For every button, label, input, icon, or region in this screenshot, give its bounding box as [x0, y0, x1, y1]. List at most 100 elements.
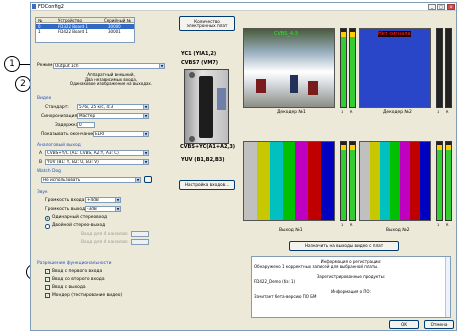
- decoder-2-vu-label-left: 1: [437, 110, 440, 114]
- single-stereo-label: Одинарный стереовход: [52, 215, 108, 220]
- function-label: Мондер (тестирование видео): [52, 292, 123, 298]
- single-stereo-radio[interactable]: [45, 216, 50, 221]
- chevron-down-icon: ▼: [143, 105, 148, 109]
- info-pc-line: Зачитает бета-версию ПО БМ: [254, 294, 317, 299]
- show-channel-label: Показывать окончание:: [41, 132, 97, 137]
- maximize-icon[interactable]: □: [437, 3, 445, 10]
- window-title: FDConfig2: [38, 4, 64, 10]
- fdconfig-window: FDConfig2 _ □ x № Устройство Серийный № …: [30, 2, 457, 331]
- color-bar: [370, 142, 380, 220]
- chevron-down-icon: ▼: [135, 178, 140, 182]
- mode-select[interactable]: Output 1ch ▼: [53, 63, 165, 69]
- chevron-down-icon: ▼: [143, 132, 148, 136]
- function-checkbox[interactable]: ✓: [45, 269, 50, 274]
- board-port-label-cvbs-yc: CVBS+YC(A1+A2,3): [180, 144, 236, 150]
- function-checkbox[interactable]: ✓: [45, 293, 50, 298]
- port-count-button[interactable]: Количество электронных плат: [179, 16, 235, 31]
- col-serial: Серийный №: [104, 18, 131, 23]
- color-bar: [256, 142, 270, 220]
- output-2-preview: [359, 141, 431, 221]
- sound-section-title: Звук: [37, 190, 48, 195]
- double-stereo-label: Двойной стерео-выход: [52, 223, 106, 228]
- in-channels-input[interactable]: [131, 231, 149, 237]
- col-device: Устройство: [58, 18, 82, 23]
- analog-a-select[interactable]: CVBS+Y/C (A1: CVBS, A2:Y, A3: C) ▼: [45, 150, 149, 156]
- output-1-vu-label-right: R: [350, 223, 353, 227]
- watch-dog-section-title: Watch Dog: [37, 169, 61, 174]
- decoder-1-vu-left: [340, 28, 347, 108]
- out-channels-input[interactable]: [131, 239, 149, 245]
- chevron-down-icon: ▼: [115, 207, 120, 211]
- decoder-1-preview: CVBS_4:3: [243, 28, 335, 108]
- info-registered-value: FD422_Demo (бэ: 1): [254, 279, 296, 284]
- color-bar: [390, 142, 400, 220]
- out-level-select[interactable]: -3dB ▼: [85, 206, 121, 212]
- analog-b-select[interactable]: YUV (B1: Y, B2: U, B3: V) ▼: [45, 159, 149, 165]
- out-channels-label: Вход для 4 каналов:: [81, 240, 129, 245]
- analog-out-section-title: Аналоговый выход: [37, 143, 81, 148]
- info-panel: Информация о регистрации: Обнаружено 1 к…: [251, 256, 451, 318]
- color-bar: [400, 142, 410, 220]
- standard-label: Стандарт:: [45, 105, 69, 110]
- title-bar: FDConfig2 _ □ x: [31, 3, 456, 11]
- function-checkbox[interactable]: ✓: [45, 277, 50, 282]
- device-row[interactable]: 1 FD422 Board 1 30001: [36, 29, 134, 34]
- chevron-down-icon: ▼: [159, 64, 164, 68]
- info-scrollbar[interactable]: [445, 257, 450, 317]
- decoder-2-vu-label-right: R: [446, 110, 449, 114]
- decoder-1-vu-label-left: 1: [341, 110, 344, 114]
- col-num: №: [38, 18, 43, 23]
- output-1-caption: Выход №1: [279, 228, 303, 233]
- chevron-down-icon: ▼: [143, 114, 148, 118]
- function-checkbox[interactable]: ✓: [45, 285, 50, 290]
- board-port-label-cvbs: CVBS7 (VM7): [181, 60, 219, 66]
- minimize-icon[interactable]: _: [428, 3, 436, 10]
- color-bar: [308, 142, 322, 220]
- double-stereo-radio[interactable]: [45, 224, 50, 229]
- close-icon[interactable]: x: [447, 3, 455, 10]
- input-settings-button[interactable]: Настройка входов...: [179, 180, 235, 190]
- output-2-vu-label-right: R: [446, 223, 449, 227]
- chevron-down-icon: ▼: [115, 198, 120, 202]
- chevron-down-icon: ▼: [143, 151, 148, 155]
- color-bar: [360, 142, 370, 220]
- board-picture: [184, 69, 229, 144]
- device-list[interactable]: № Устройство Серийный № 0 FD322 Board 1 …: [35, 17, 135, 43]
- device-list-header: № Устройство Серийный №: [36, 18, 134, 23]
- decoder-2-caption: Декодер №2: [383, 110, 412, 115]
- output-2-caption: Выход №2: [386, 228, 410, 233]
- cancel-button[interactable]: Отмена: [424, 320, 454, 329]
- color-bar: [410, 142, 420, 220]
- assign-outputs-button[interactable]: Назначить на выходы видео с плат: [289, 241, 399, 251]
- delay-input[interactable]: 0: [77, 122, 95, 128]
- output-1-vu-right: [349, 141, 356, 221]
- analog-a-label: A: [39, 151, 43, 156]
- watch-dog-select[interactable]: Не использовать ▼: [41, 177, 141, 183]
- chevron-down-icon: ▼: [143, 160, 148, 164]
- sync-label: Синхронизация:: [41, 114, 79, 119]
- board-port-label-yc: YC1 (YIA1,2): [181, 51, 217, 57]
- callout-2: 2: [15, 76, 31, 92]
- watch-dog-settings-button[interactable]: [144, 176, 152, 183]
- in-level-label: Громкость входа:: [45, 198, 86, 203]
- video-section-title: Видео: [37, 96, 52, 101]
- output-2-vu-left: [436, 141, 443, 221]
- output-1-vu-label-left: 1: [341, 223, 344, 227]
- output-1-preview: [243, 141, 335, 221]
- color-bar: [295, 142, 309, 220]
- standard-select[interactable]: 576i, 25 к/с, 4:3 ▼: [77, 104, 149, 110]
- decoder-1-overlay: CVBS_4:3: [274, 31, 298, 37]
- in-level-select[interactable]: +4dB ▼: [85, 197, 121, 203]
- color-bar: [380, 142, 390, 220]
- in-channels-label: Вход для 4 каналов:: [81, 232, 129, 237]
- ok-button[interactable]: OK: [389, 320, 419, 329]
- out-level-label: Громкость выхода:: [45, 207, 90, 212]
- decoder-1-vu-right: [349, 28, 356, 108]
- sync-select[interactable]: Мастер ▼: [77, 113, 149, 119]
- output-1-vu-left: [340, 141, 347, 221]
- output-2-vu-right: [445, 141, 452, 221]
- color-bar: [244, 142, 257, 220]
- decoder-2-vu-right: [445, 28, 452, 108]
- output-2-vu-label-left: 1: [437, 223, 440, 227]
- show-channel-select[interactable]: ELRI ▼: [93, 131, 149, 137]
